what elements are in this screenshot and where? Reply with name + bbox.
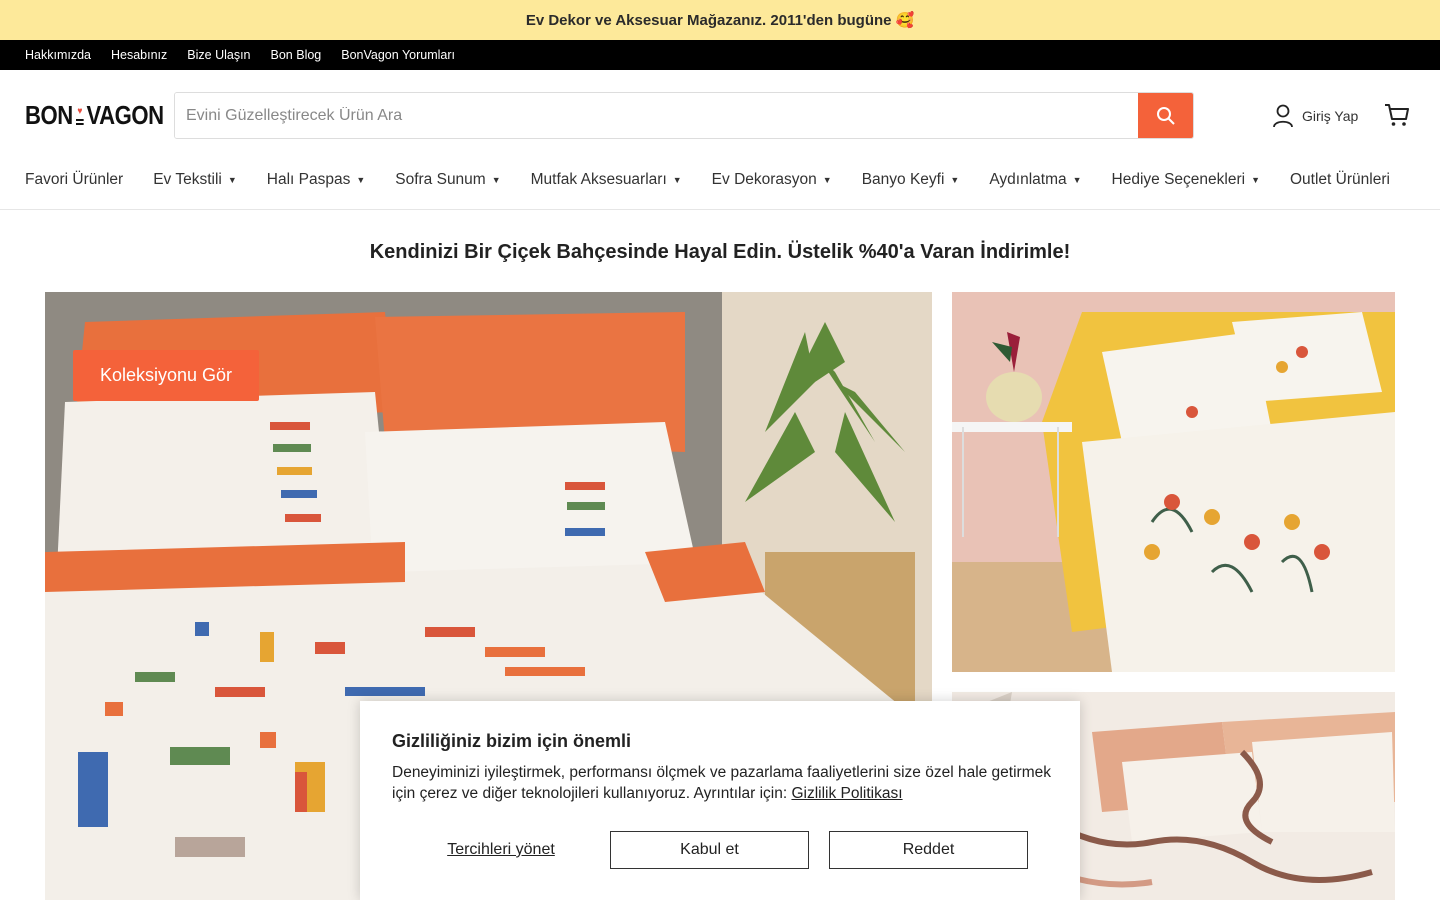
cookie-body-text: Deneyiminizi iyileştirmek, performansı ö… — [392, 764, 1051, 802]
logo-text-left: BON — [25, 100, 73, 130]
utility-link-contact[interactable]: Bize Ulaşın — [187, 48, 250, 62]
logo-text-right: VAGON — [86, 100, 164, 130]
nav-item-outlet[interactable]: Outlet Ürünleri — [1290, 162, 1390, 189]
chevron-down-icon: ▼ — [950, 175, 960, 185]
nav-label: Ev Tekstili — [153, 171, 222, 188]
cart-icon — [1385, 104, 1409, 126]
view-collection-button[interactable]: Koleksiyonu Gör — [73, 350, 259, 401]
nav-item-gifts[interactable]: Hediye Seçenekleri ▼ — [1112, 162, 1260, 189]
chevron-down-icon: ▼ — [822, 175, 832, 185]
main-nav: Favori Ürünler Ev Tekstili ▼ Halı Paspas ▼… — [0, 162, 1440, 210]
manage-preferences-link[interactable]: Tercihleri yönet — [392, 841, 610, 859]
nav-label: Banyo Keyfi — [861, 171, 945, 188]
cookie-consent-dialog: Gizliliğiniz bizim için önemli Deneyimin… — [360, 701, 1080, 900]
nav-label: Halı Paspas — [266, 171, 351, 188]
chevron-down-icon: ▼ — [227, 175, 237, 185]
cookie-title: Gizliliğiniz bizim için önemli — [392, 731, 632, 751]
announcement-text: Ev Dekor ve Aksesuar Mağazanız. 2011'den… — [525, 11, 892, 29]
logo-heart-icon: ♥ — [75, 106, 84, 125]
site-header: BON ♥ VAGON Giriş Yap — [0, 70, 1440, 162]
smiling-hearts-emoji: 🥰 — [895, 12, 915, 29]
utility-nav: Hakkımızda Hesabınız Bize Ulaşın Bon Blo… — [0, 40, 1440, 70]
announcement-bar: Ev Dekor ve Aksesuar Mağazanız. 2011'den… — [0, 0, 1440, 40]
utility-link-about[interactable]: Hakkımızda — [25, 48, 91, 62]
chevron-down-icon: ▼ — [672, 175, 682, 185]
search-icon — [1156, 106, 1175, 125]
nav-item-lighting[interactable]: Aydınlatma ▼ — [989, 162, 1081, 189]
reject-cookies-button[interactable]: Reddet — [829, 831, 1028, 869]
nav-item-favorites[interactable]: Favori Ürünler — [25, 162, 123, 189]
cart-button[interactable] — [1384, 103, 1410, 132]
side-banner-floral[interactable] — [952, 292, 1395, 672]
chevron-down-icon: ▼ — [491, 175, 501, 185]
nav-item-kitchen[interactable]: Mutfak Aksesuarları ▼ — [531, 162, 682, 189]
chevron-down-icon: ▼ — [1251, 175, 1260, 185]
user-icon — [1273, 104, 1293, 128]
search-button[interactable] — [1138, 93, 1193, 138]
login-label: Giriş Yap — [1302, 108, 1359, 124]
nav-item-decoration[interactable]: Ev Dekorasyon ▼ — [712, 162, 832, 189]
utility-link-reviews[interactable]: BonVagon Yorumları — [341, 48, 455, 62]
utility-link-blog[interactable]: Bon Blog — [271, 48, 322, 62]
nav-label: Outlet Ürünleri — [1290, 171, 1390, 188]
nav-label: Hediye Seçenekleri — [1111, 171, 1246, 188]
accept-cookies-button[interactable]: Kabul et — [610, 831, 809, 869]
nav-label: Sofra Sunum — [395, 171, 486, 188]
nav-item-home-textile[interactable]: Ev Tekstili ▼ — [153, 162, 237, 189]
search-bar — [174, 92, 1194, 139]
cookie-body: Deneyiminizi iyileştirmek, performansı ö… — [392, 762, 1052, 804]
site-logo[interactable]: BON ♥ VAGON — [25, 100, 164, 131]
nav-label: Mutfak Aksesuarları — [530, 171, 667, 188]
nav-label: Aydınlatma — [989, 171, 1067, 188]
promo-headline: Kendinizi Bir Çiçek Bahçesinde Hayal Edi… — [369, 241, 1071, 263]
privacy-policy-link[interactable]: Gizlilik Politikası — [791, 785, 902, 802]
floral-bedding-image — [952, 292, 1395, 672]
cookie-actions: Tercihleri yönet Kabul et Reddet — [392, 831, 1028, 869]
chevron-down-icon: ▼ — [356, 175, 366, 185]
utility-link-account[interactable]: Hesabınız — [111, 48, 167, 62]
nav-item-tableware[interactable]: Sofra Sunum ▼ — [395, 162, 500, 189]
nav-item-bath[interactable]: Banyo Keyfi ▼ — [862, 162, 960, 189]
search-input[interactable] — [175, 93, 1138, 138]
chevron-down-icon: ▼ — [1072, 175, 1082, 185]
nav-label: Ev Dekorasyon — [711, 171, 817, 188]
nav-label: Favori Ürünler — [25, 171, 124, 188]
login-link[interactable]: Giriş Yap — [1272, 104, 1358, 128]
nav-item-rugs[interactable]: Halı Paspas ▼ — [267, 162, 366, 189]
